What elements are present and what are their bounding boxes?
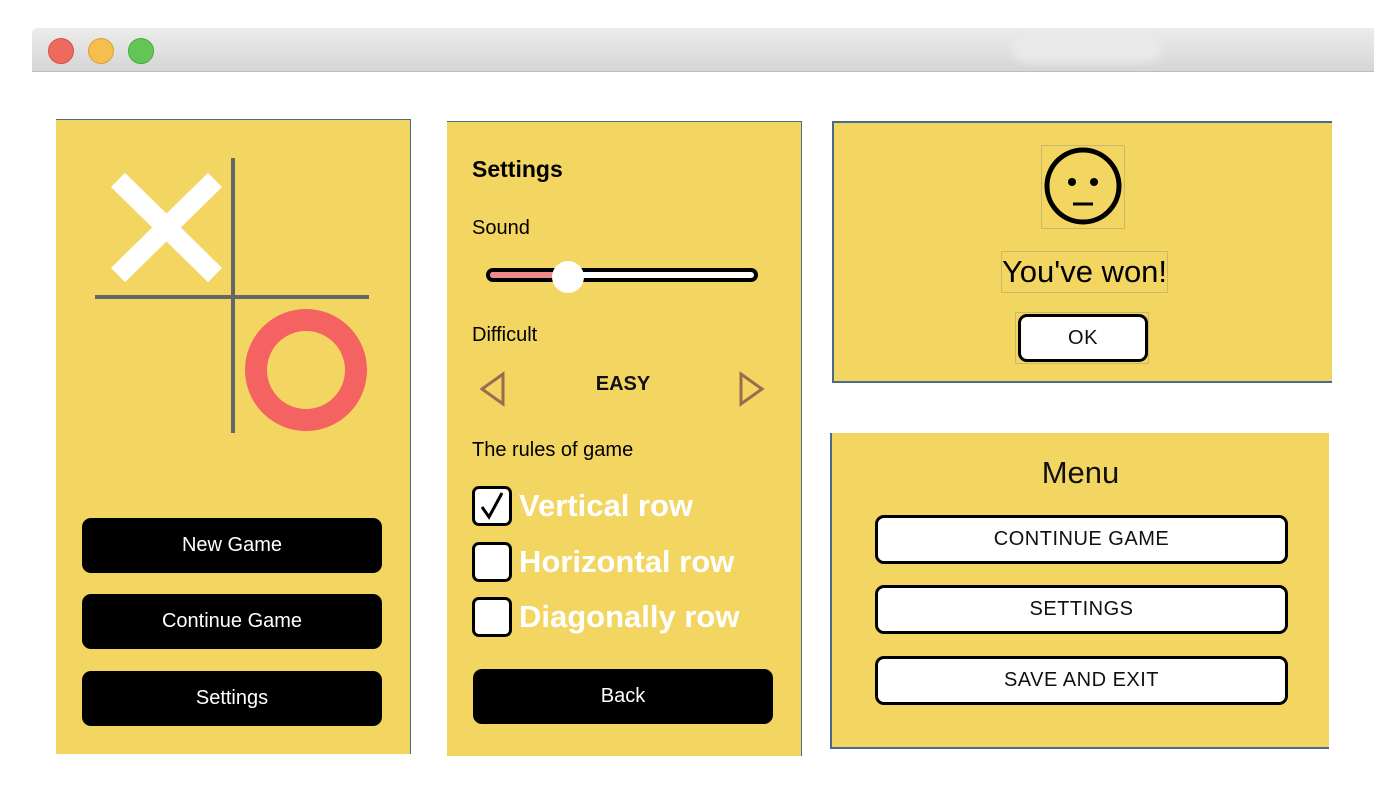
main-menu-screen: New Game Continue Game Settings	[56, 119, 411, 754]
vertical-row-label: Vertical row	[519, 488, 694, 523]
sound-label: Sound	[472, 217, 530, 239]
neutral-face-icon	[1044, 147, 1122, 225]
rules-label: The rules of game	[472, 439, 634, 461]
result-message: You've won!	[1001, 251, 1168, 293]
back-button[interactable]: Back	[473, 669, 773, 724]
result-dialog: You've won! OK	[832, 121, 1332, 383]
horizontal-row-label: Horizontal row	[519, 544, 735, 579]
settings-screen: Settings Sound Difficult EASY The rules …	[447, 121, 802, 756]
save-and-exit-button[interactable]: SAVE AND EXIT	[875, 656, 1288, 705]
settings-menu-button[interactable]: SETTINGS	[875, 585, 1288, 634]
difficulty-prev-arrow-icon[interactable]	[477, 371, 507, 407]
window-titlebar	[32, 28, 1374, 72]
vertical-row-checkbox[interactable]	[472, 486, 512, 526]
rule-horizontal-row[interactable]: Horizontal row	[472, 542, 734, 582]
menu-title: Menu	[1041, 455, 1120, 490]
checkmark-icon	[480, 492, 504, 520]
horizontal-row-checkbox[interactable]	[472, 542, 512, 582]
o-mark	[245, 309, 367, 431]
difficulty-value: EASY	[595, 373, 651, 395]
continue-game-menu-button[interactable]: CONTINUE GAME	[875, 515, 1288, 564]
difficulty-label: Difficult	[472, 324, 538, 346]
difficulty-next-arrow-icon[interactable]	[737, 371, 767, 407]
emoji-frame	[1041, 145, 1125, 229]
rule-diagonal-row[interactable]: Diagonally row	[472, 597, 739, 637]
sound-slider-track[interactable]	[486, 268, 758, 282]
close-window-button[interactable]	[48, 38, 74, 64]
tic-tac-toe-logo-icon	[95, 158, 369, 433]
minimize-window-button[interactable]	[88, 38, 114, 64]
settings-title: Settings	[472, 156, 563, 182]
window-title-blurred	[1012, 34, 1162, 62]
new-game-button[interactable]: New Game	[82, 518, 382, 573]
settings-button[interactable]: Settings	[82, 671, 382, 726]
pause-menu-screen: Menu CONTINUE GAME SETTINGS SAVE AND EXI…	[830, 433, 1329, 749]
diagonal-row-label: Diagonally row	[519, 599, 740, 634]
maximize-window-button[interactable]	[128, 38, 154, 64]
ok-button-frame: OK	[1015, 312, 1149, 364]
ok-button[interactable]: OK	[1018, 314, 1148, 362]
continue-game-button[interactable]: Continue Game	[82, 594, 382, 649]
diagonal-row-checkbox[interactable]	[472, 597, 512, 637]
sound-slider-thumb[interactable]	[551, 261, 584, 293]
rule-vertical-row[interactable]: Vertical row	[472, 486, 693, 526]
